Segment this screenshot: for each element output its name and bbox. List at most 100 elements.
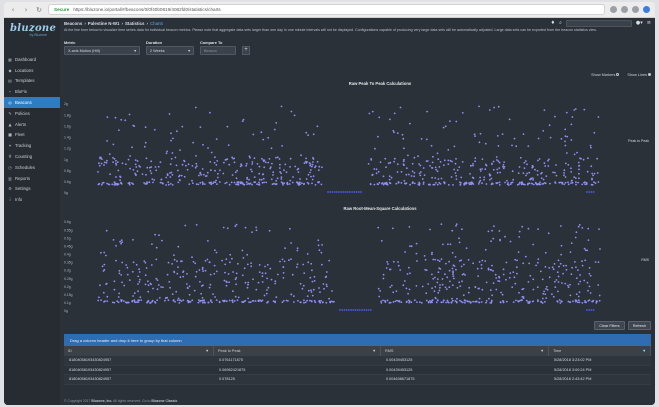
data-point: [537, 300, 539, 303]
filter-icon[interactable]: ▼: [205, 349, 209, 353]
classic-link[interactable]: Bluzone Classic: [151, 399, 177, 403]
reload-icon[interactable]: ↻: [35, 6, 43, 14]
data-point: [161, 239, 163, 242]
sidebar-item-policies[interactable]: ✎ Policies: [4, 108, 60, 119]
data-point: [135, 301, 137, 304]
column-header-rms[interactable]: RMS ▼: [381, 346, 549, 356]
sidebar-item-settings[interactable]: ⚙ Settings: [4, 184, 60, 195]
sidebar-item-beacons[interactable]: ◎ Beacons: [4, 97, 60, 108]
data-point: [356, 309, 359, 311]
data-point: [429, 300, 431, 302]
user-menu-icon[interactable]: ●▾: [636, 20, 643, 26]
sidebar-item-schedules[interactable]: ◷ Schedules: [4, 162, 60, 173]
bookmark-icon[interactable]: [610, 6, 617, 13]
address-bar[interactable]: Secure https://bluzone.io/portal/#/beaco…: [48, 4, 605, 15]
column-header-id[interactable]: ID ▼: [64, 346, 214, 356]
sidebar-item-info[interactable]: i Info: [4, 194, 60, 205]
data-point: [303, 299, 305, 302]
data-point: [203, 301, 206, 304]
data-point: [591, 300, 594, 303]
show-markers-toggle[interactable]: Show Markers: [591, 73, 620, 77]
filter-icon[interactable]: ▼: [642, 349, 646, 353]
data-point: [593, 131, 596, 134]
search-input[interactable]: [565, 19, 632, 27]
data-point: [458, 260, 461, 262]
clear-filters-button[interactable]: Clear Filters: [594, 321, 625, 330]
y-tick-label: 1.6g: [64, 124, 71, 128]
sidebar-item-counting[interactable]: # Counting: [4, 151, 60, 162]
add-compare-button[interactable]: +: [242, 46, 250, 55]
filter-icon[interactable]: ▼: [540, 349, 544, 353]
peak-to-peak-chart[interactable]: 2g 1.8g 1.6g 1.4g 1.2g 1g 0.8g 0.6g 0g: [60, 90, 655, 202]
table-row[interactable]: 81804058193430824957 0.06982421875 0.00439…: [64, 366, 651, 375]
back-icon[interactable]: ‹: [9, 6, 17, 14]
data-point: [528, 301, 531, 303]
data-point: [433, 290, 436, 292]
table-row[interactable]: 81804058193430824957 0.0761171875 0.004394…: [64, 356, 651, 366]
data-point: [264, 161, 267, 164]
table-row[interactable]: 81804058193430824957 0.078125 0.0046386718…: [64, 375, 651, 385]
sidebar-item-label: Locations: [15, 67, 34, 73]
column-header-peak[interactable]: Peak to Peak ▼: [214, 346, 381, 356]
sidebar-item-fleet[interactable]: ■ Fleet: [4, 130, 60, 141]
data-point: [269, 166, 272, 168]
forward-icon[interactable]: ›: [22, 6, 30, 14]
data-point: [485, 164, 488, 167]
data-point: [455, 223, 458, 226]
data-point: [517, 251, 520, 253]
breadcrumb-beacons[interactable]: Beacons: [64, 21, 82, 26]
sidebar-item-tracking[interactable]: ⌖ Tracking: [4, 140, 60, 151]
sidebar-item-blufis[interactable]: ⌁ BluFis: [4, 86, 60, 97]
data-point: [522, 262, 525, 265]
extension-icon[interactable]: [621, 6, 628, 13]
data-point: [426, 110, 428, 113]
data-point: [231, 301, 234, 304]
extension-icon[interactable]: [632, 6, 639, 13]
data-point: [339, 309, 341, 311]
show-lines-toggle[interactable]: Show Lines: [627, 73, 651, 77]
menu-icon[interactable]: ≡: [647, 20, 651, 26]
filter-icon[interactable]: ▼: [372, 349, 376, 353]
data-point: [379, 290, 382, 292]
refresh-button[interactable]: Refresh: [627, 321, 651, 330]
y-tick-label: 1.4g: [64, 136, 71, 140]
metric-select[interactable]: X-axis Motion (Hill) ▾: [64, 46, 140, 55]
logo[interactable]: bluzone by Bluzone: [4, 18, 60, 48]
column-header-time[interactable]: Time ▼: [549, 346, 651, 356]
data-point: [481, 168, 483, 170]
data-point: [137, 283, 139, 285]
data-point: [225, 281, 228, 284]
group-drop-zone[interactable]: Drag a column header and drop it here to…: [64, 334, 651, 346]
sidebar-item-reports[interactable]: ▥ Reports: [4, 173, 60, 184]
data-point: [263, 159, 266, 162]
data-point: [455, 175, 458, 177]
data-point: [251, 161, 254, 163]
sidebar-item-locations[interactable]: ◆ Locations: [4, 65, 60, 76]
profile-icon[interactable]: [643, 6, 650, 13]
data-point: [429, 183, 431, 186]
rms-chart[interactable]: 0.6g 0.55g 0.5g 0.45g 0.4g 0.35g 0.3g 0.25g 0.2g…: [60, 214, 655, 317]
data-point: [186, 273, 188, 275]
duration-select[interactable]: 2 Weeks ▾: [146, 46, 194, 55]
data-point: [325, 271, 328, 273]
sidebar-item-alerts[interactable]: ▲ Alerts: [4, 119, 60, 130]
data-point: [357, 191, 360, 193]
search-icon[interactable]: ⌕: [559, 20, 562, 26]
data-point: [320, 183, 323, 186]
breadcrumb-beacon[interactable]: Palestine N-W1: [88, 21, 120, 26]
data-point: [459, 181, 461, 184]
bell-icon[interactable]: ♦: [551, 20, 555, 26]
sidebar-item-templates[interactable]: ▤ Templates: [4, 76, 60, 87]
data-point: [377, 135, 379, 138]
compare-input[interactable]: Beacon: [200, 46, 236, 55]
info-icon: i: [9, 197, 11, 203]
data-point: [157, 284, 160, 286]
data-point: [99, 284, 101, 287]
data-point: [233, 161, 236, 164]
data-point: [387, 263, 389, 265]
breadcrumb-statistics[interactable]: Statistics: [125, 21, 145, 26]
data-point: [587, 300, 590, 302]
sidebar-item-dashboard[interactable]: ▦ Dashboard: [4, 54, 60, 65]
data-point: [578, 172, 580, 175]
data-point: [594, 182, 597, 184]
